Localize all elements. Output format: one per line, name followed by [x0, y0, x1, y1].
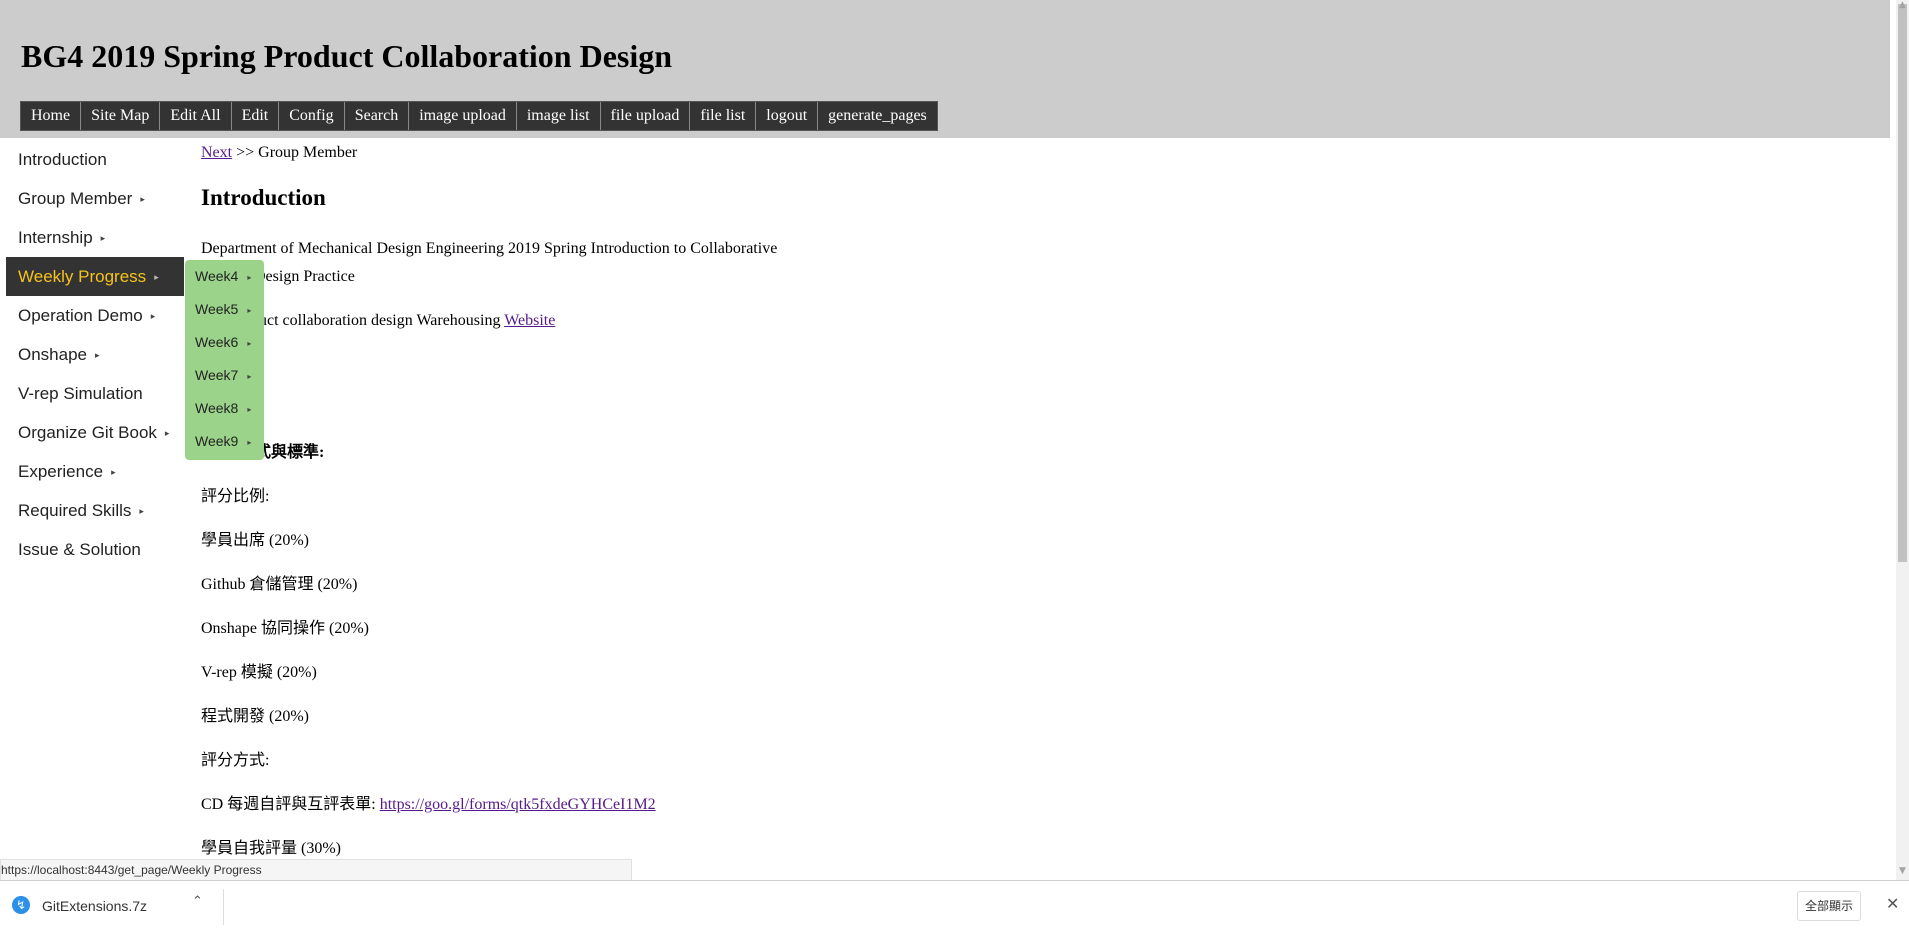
breadcrumb-text: >> Group Member — [236, 144, 358, 161]
link-status-bar: https://localhost:8443/get_page/Weekly P… — [0, 859, 632, 882]
grading-onshape: Onshape 協同操作 (20%) — [201, 620, 369, 637]
weekly-progress-submenu: Week4 ▸ Week5 ▸ Week6 ▸ Week7 ▸ Week8 ▸ Week9… — [185, 260, 264, 460]
self-eval-line: 學員自我評量 (30%) — [201, 840, 341, 857]
sidebar-menu: Introduction Group Member ▸ Internship ▸ W… — [6, 140, 184, 569]
grading-method-label: 評分方式: — [201, 752, 270, 769]
submenu-item-week8[interactable]: Week8 ▸ — [185, 392, 264, 425]
submenu-item-label: Week4 — [195, 268, 239, 284]
caret-right-icon: ▸ — [139, 506, 144, 517]
caret-right-icon: ▸ — [247, 272, 252, 282]
nav-file-upload[interactable]: file upload — [601, 102, 691, 130]
sidebar-item-label: Required Skills — [18, 501, 132, 520]
grading-attendance: 學員出席 (20%) — [201, 532, 309, 549]
sidebar-item-group-member[interactable]: Group Member ▸ — [6, 179, 184, 218]
scroll-up-icon[interactable]: ▲ — [1897, 0, 1908, 10]
caret-right-icon: ▸ — [154, 272, 159, 283]
intro-line-3-text: uct collaboration design Warehousing — [259, 312, 501, 329]
nav-edit-all[interactable]: Edit All — [160, 102, 232, 130]
sidebar-item-label: Experience — [18, 462, 104, 481]
grading-programming: 程式開發 (20%) — [201, 708, 309, 725]
chevron-up-icon[interactable]: ⌃ — [192, 894, 203, 909]
nav-image-upload[interactable]: image upload — [409, 102, 517, 130]
website-link[interactable]: Website — [504, 312, 555, 329]
close-icon[interactable]: ✕ — [1886, 894, 1899, 913]
site-header: BG4 2019 Spring Product Collaboration De… — [0, 0, 1890, 138]
sidebar-item-label: Internship — [18, 228, 93, 247]
scroll-down-icon[interactable]: ▼ — [1897, 866, 1908, 876]
caret-right-icon: ▸ — [247, 305, 252, 315]
download-file-name[interactable]: GitExtensions.7z — [42, 898, 147, 914]
sidebar-item-introduction[interactable]: Introduction — [6, 140, 184, 179]
sidebar-item-operation-demo[interactable]: Operation Demo ▸ — [6, 296, 184, 335]
download-divider — [223, 889, 224, 925]
caret-right-icon: ▸ — [95, 350, 100, 361]
sidebar-item-label: Onshape — [18, 345, 87, 364]
sidebar-item-label: Issue & Solution — [18, 540, 141, 559]
caret-right-icon: ▸ — [111, 467, 116, 478]
sidebar-item-vrep-simulation[interactable]: V-rep Simulation — [6, 374, 184, 413]
caret-right-icon: ▸ — [247, 338, 252, 348]
nav-site-map[interactable]: Site Map — [81, 102, 161, 130]
submenu-item-label: Week7 — [195, 367, 239, 383]
submenu-item-week9[interactable]: Week9 ▸ — [185, 425, 264, 458]
cd-form-label: CD 每週自評與互評表單: — [201, 796, 376, 813]
intro-line-3: uct collaboration design Warehousing Web… — [259, 310, 555, 332]
intro-line-2: Design Practice — [254, 268, 355, 285]
submenu-item-week4[interactable]: Week4 ▸ — [185, 260, 264, 293]
breadcrumb: Next >> Group Member — [201, 142, 357, 164]
sidebar-item-weekly-progress[interactable]: Weekly Progress ▸ — [6, 257, 184, 296]
caret-right-icon: ▸ — [247, 404, 252, 414]
submenu-item-label: Week5 — [195, 301, 239, 317]
nav-image-list[interactable]: image list — [517, 102, 601, 130]
sidebar-item-experience[interactable]: Experience ▸ — [6, 452, 184, 491]
grading-ratio-label: 評分比例: — [201, 488, 270, 505]
submenu-item-week7[interactable]: Week7 ▸ — [185, 359, 264, 392]
submenu-item-week6[interactable]: Week6 ▸ — [185, 326, 264, 359]
caret-right-icon: ▸ — [140, 194, 145, 205]
sidebar-item-label: Weekly Progress — [18, 267, 147, 286]
sidebar-item-internship[interactable]: Internship ▸ — [6, 218, 184, 257]
intro-line-1: Department of Mechanical Design Engineer… — [201, 240, 778, 257]
cd-form-line: CD 每週自評與互評表單: https://goo.gl/forms/qtk5f… — [201, 794, 656, 816]
show-all-downloads-button[interactable]: 全部顯示 — [1797, 891, 1861, 921]
caret-right-icon: ▸ — [247, 437, 252, 447]
submenu-item-week5[interactable]: Week5 ▸ — [185, 293, 264, 326]
nav-config[interactable]: Config — [279, 102, 345, 130]
scrollbar-thumb[interactable] — [1898, 4, 1907, 562]
grading-github: Github 倉儲管理 (20%) — [201, 576, 358, 593]
caret-right-icon: ▸ — [164, 428, 170, 439]
cd-form-link[interactable]: https://goo.gl/forms/qtk5fxdeGYHCeI1M2 — [380, 796, 656, 813]
nav-edit[interactable]: Edit — [232, 102, 280, 130]
nav-generate-pages[interactable]: generate_pages — [818, 102, 937, 130]
caret-right-icon: ▸ — [100, 233, 106, 244]
top-nav: Home Site Map Edit All Edit Config Searc… — [20, 101, 938, 131]
nav-home[interactable]: Home — [21, 102, 82, 130]
grading-vrep: V-rep 模擬 (20%) — [201, 664, 317, 681]
nav-search[interactable]: Search — [345, 102, 410, 130]
sidebar-item-label: Group Member — [18, 189, 133, 208]
submenu-item-label: Week6 — [195, 334, 239, 350]
sidebar-item-issue-solution[interactable]: Issue & Solution — [6, 530, 184, 569]
download-bar: ↯ GitExtensions.7z ⌃ 全部顯示 ✕ — [0, 880, 1909, 932]
submenu-item-label: Week9 — [195, 433, 239, 449]
site-title: BG4 2019 Spring Product Collaboration De… — [21, 38, 673, 74]
download-file-icon: ↯ — [12, 896, 30, 914]
caret-right-icon: ▸ — [247, 371, 252, 381]
sidebar-item-organize-git-book[interactable]: Organize Git Book ▸ — [6, 413, 184, 452]
sidebar-item-label: V-rep Simulation — [18, 384, 143, 403]
sidebar-item-label: Operation Demo — [18, 306, 143, 325]
submenu-item-label: Week8 — [195, 400, 239, 416]
sidebar-item-onshape[interactable]: Onshape ▸ — [6, 335, 184, 374]
sidebar-item-label: Introduction — [18, 150, 107, 169]
sidebar-item-label: Organize Git Book — [18, 423, 157, 442]
sidebar-item-required-skills[interactable]: Required Skills ▸ — [6, 491, 184, 530]
page-title: Introduction — [201, 185, 326, 210]
nav-file-list[interactable]: file list — [690, 102, 757, 130]
breadcrumb-next-link[interactable]: Next — [201, 144, 232, 161]
grading-section-heading: 式與標準: — [255, 444, 325, 461]
caret-right-icon: ▸ — [150, 311, 156, 322]
nav-logout[interactable]: logout — [756, 102, 819, 130]
